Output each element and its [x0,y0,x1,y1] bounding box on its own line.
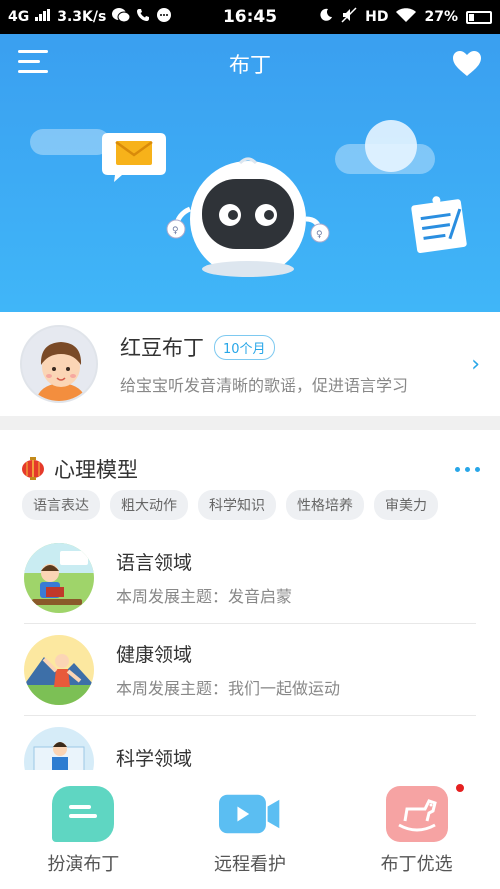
top-nav: 布丁 [0,34,500,94]
age-badge: 10个月 [214,334,275,360]
hd-label: HD [365,9,389,25]
baby-profile-card[interactable]: 红豆布丁 10个月 给宝宝听发音清晰的歌谣，促进语言学习 › [0,312,500,416]
moon-icon [319,8,333,26]
tag-chip[interactable]: 性格培养 [286,490,364,520]
header-banner: 布丁 ♀ ♀ [0,34,500,312]
exercise-child-icon [24,634,94,705]
tag-chip[interactable]: 粗大动作 [110,490,188,520]
avatar[interactable] [20,325,98,403]
menu-button[interactable] [18,50,50,78]
tag-list: 语言表达 粗大动作 科学知识 性格培养 审美力 [0,490,500,520]
item-title: 语言领域 [116,552,193,574]
tab-shop[interactable]: 布丁优选 [333,770,500,889]
note-board-icon [406,190,474,262]
reading-child-icon [24,542,94,613]
tag-chip[interactable]: 科学知识 [198,490,276,520]
item-title: 科学领域 [116,748,193,770]
cloud-decoration [365,120,417,172]
chat-bubble-icon [52,786,115,842]
tag-chip[interactable]: 语言表达 [22,490,100,520]
tab-label: 远程看护 [214,854,286,875]
battery-label: 27% [424,9,458,25]
message-icon [156,7,172,27]
network-label: 4G [8,9,30,25]
robot-mascot: ♀ ♀ [160,149,340,289]
menu-icon [18,50,48,53]
profile-description: 给宝宝听发音清晰的歌谣，促进语言学习 [120,376,409,395]
page-title: 布丁 [229,53,271,77]
section-title: 心理模型 [54,458,138,482]
wifi-icon [396,7,417,27]
status-bar: 4G 3.3K/s 16:45 HD 27% [0,0,500,34]
heart-icon [453,51,481,76]
svg-text:♀: ♀ [316,230,323,240]
lantern-icon [20,456,46,482]
science-child-icon [24,726,94,770]
battery-icon [466,10,492,24]
item-title: 健康领域 [116,644,193,666]
list-item[interactable]: 科学领域 [24,716,476,770]
favorite-button[interactable] [452,50,482,78]
list-item[interactable]: 健康领域 本周发展主题：我们一起做运动 [24,624,476,716]
video-camera-icon [219,786,281,842]
rocking-horse-icon [385,786,448,842]
svg-text:♀: ♀ [172,226,179,236]
speed-label: 3.3K/s [57,9,107,25]
more-options-button[interactable] [455,466,480,472]
cloud-decoration [30,129,110,155]
wechat-icon [112,7,131,27]
tab-label: 布丁优选 [380,854,453,875]
mute-icon [341,7,357,27]
item-subtitle: 本周发展主题：我们一起做运动 [116,679,341,698]
tab-role-play[interactable]: 扮演布丁 [0,770,167,889]
domain-list: 语言领域 本周发展主题：发音启蒙 健康领域 本周发展主题：我们一起做运动 科学领… [0,532,500,770]
psychology-model-section: 心理模型 语言表达 粗大动作 科学知识 性格培养 审美力 语言领域 本周发展主题… [0,430,500,770]
tag-chip[interactable]: 审美力 [374,490,438,520]
notification-dot [454,782,467,794]
chevron-right-icon[interactable]: › [471,352,480,377]
bottom-tab-bar: 扮演布丁 远程看护 布丁优选 [0,770,500,889]
item-subtitle: 本周发展主题：发音启蒙 [116,587,293,606]
tab-remote-care[interactable]: 远程看护 [167,770,334,889]
more-dots-icon [455,466,460,472]
tab-label: 扮演布丁 [47,854,120,875]
phone-icon [136,8,150,26]
signal-icon [35,9,51,25]
baby-name: 红豆布丁 [120,336,204,360]
list-item[interactable]: 语言领域 本周发展主题：发音启蒙 [24,532,476,624]
profile-info: 红豆布丁 10个月 给宝宝听发音清晰的歌谣，促进语言学习 [120,332,463,396]
mail-bubble-icon [100,129,168,187]
